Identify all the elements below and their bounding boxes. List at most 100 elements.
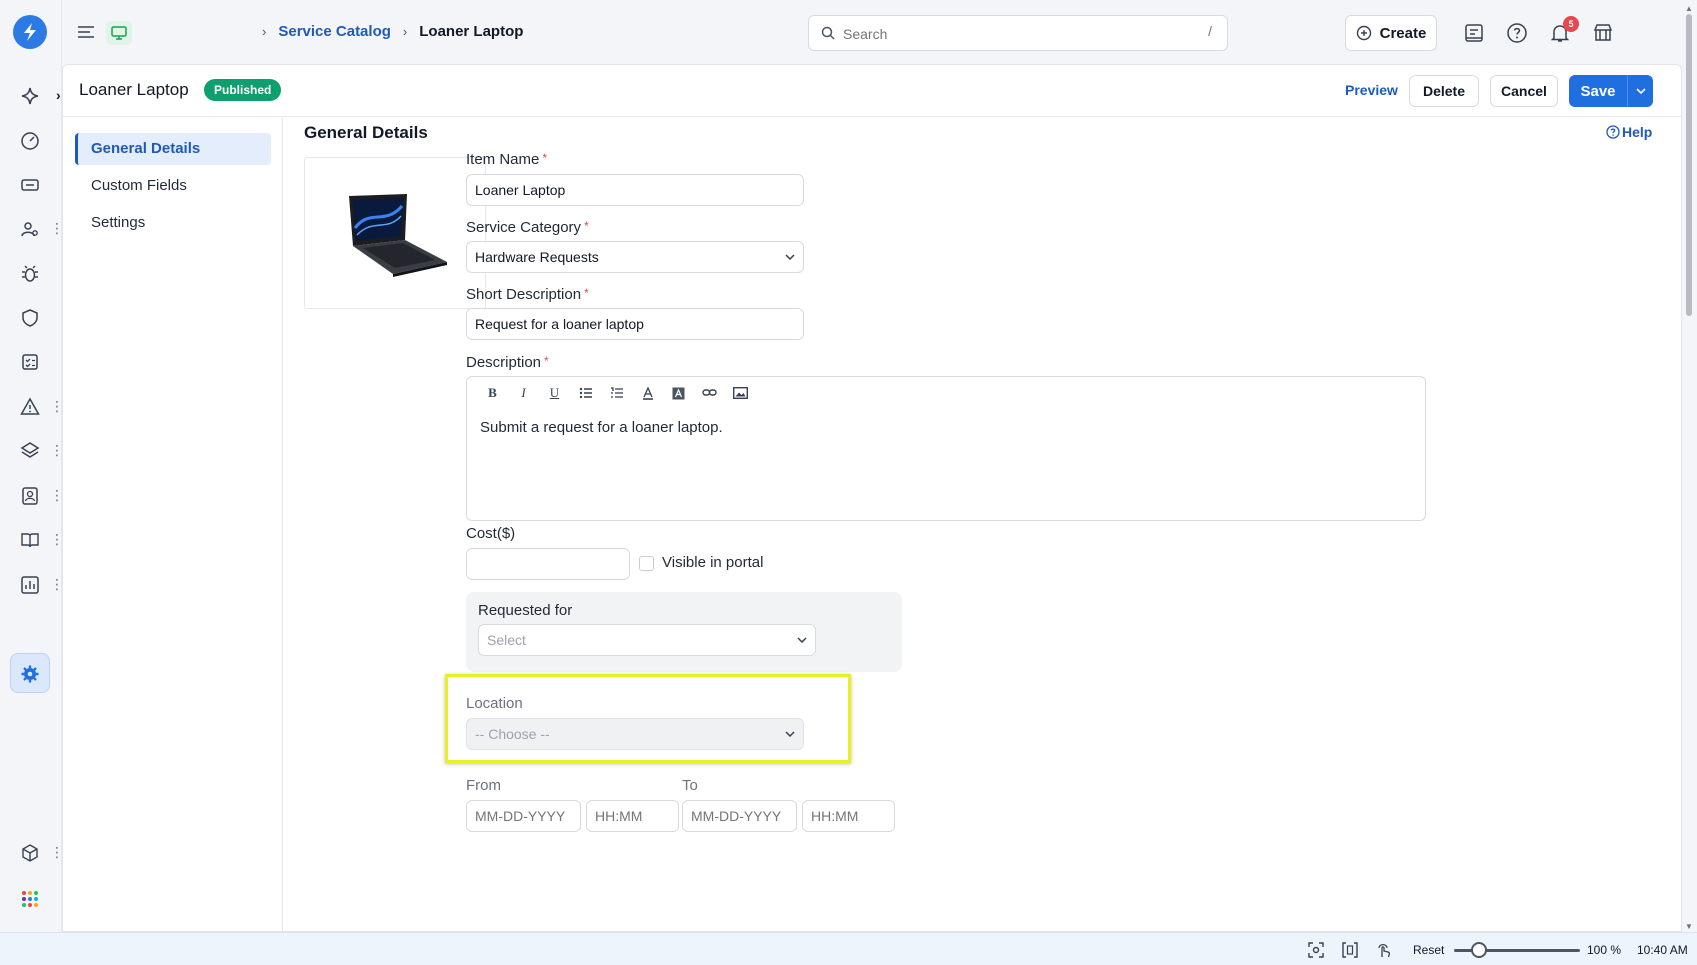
search-shortcut: / — [1208, 23, 1212, 39]
short-description-input[interactable] — [466, 308, 804, 340]
search-icon — [821, 26, 835, 40]
chevron-down-icon[interactable] — [1627, 75, 1653, 107]
chevron-down-icon — [797, 637, 807, 643]
zoom-slider-thumb[interactable] — [1471, 942, 1488, 958]
layers-more-icon[interactable]: ⋮ — [50, 442, 64, 458]
underline-button[interactable]: U — [539, 383, 570, 403]
gear-icon[interactable] — [17, 661, 43, 687]
sparkle-icon[interactable] — [17, 83, 43, 109]
create-button[interactable]: Create — [1345, 15, 1437, 51]
bullet-list-icon[interactable] — [570, 383, 601, 403]
scrollbar-thumb[interactable] — [1686, 14, 1692, 316]
cube-more-icon[interactable]: ⋮ — [50, 844, 64, 860]
description-label-text: Description — [466, 354, 542, 371]
fit-screen-icon[interactable] — [1341, 941, 1359, 959]
warning-icon[interactable] — [17, 394, 43, 420]
chevron-down-icon — [785, 731, 795, 737]
description-editor[interactable]: B I U Submit a request for a loaner lapt… — [466, 376, 1426, 521]
save-button[interactable]: Save — [1569, 75, 1653, 107]
ticket-icon[interactable] — [17, 172, 43, 198]
warning-more-icon[interactable]: ⋮ — [50, 398, 64, 414]
section-title: General Details — [304, 123, 428, 142]
help-link[interactable]: Help — [1606, 124, 1652, 140]
status-bar: Reset 100 % 10:40 AM — [0, 932, 1697, 965]
contacts-icon[interactable] — [17, 483, 43, 509]
background-color-icon[interactable] — [663, 383, 694, 403]
reports-icon[interactable] — [17, 572, 43, 598]
bug-icon[interactable] — [17, 261, 43, 287]
notification-count-badge: 5 — [1563, 16, 1579, 32]
required-marker: * — [542, 151, 548, 165]
link-icon[interactable] — [694, 383, 725, 403]
chevron-right-icon: › — [402, 24, 408, 39]
zoom-reset-button[interactable]: Reset — [1413, 943, 1444, 957]
dashboard-gauge-icon[interactable] — [17, 128, 43, 154]
touch-icon[interactable] — [1375, 941, 1393, 959]
to-time-input[interactable] — [802, 800, 895, 832]
marketplace-icon[interactable] — [1591, 21, 1615, 45]
to-label: To — [682, 777, 698, 794]
nav-item-settings[interactable]: Settings — [75, 207, 271, 239]
reports-more-icon[interactable]: ⋮ — [50, 576, 64, 592]
people-more-icon[interactable]: ⋮ — [50, 220, 64, 236]
search-box[interactable]: / — [808, 15, 1228, 51]
apps-grid-icon[interactable] — [17, 886, 43, 912]
editor-toolbar: B I U — [477, 383, 756, 403]
preview-link[interactable]: Preview — [1345, 82, 1398, 98]
book-icon[interactable] — [17, 527, 43, 553]
breadcrumb-service-catalog[interactable]: Service Catalog — [278, 23, 391, 40]
scroll-up-icon[interactable]: ▲ — [1684, 4, 1694, 13]
item-name-label-text: Item Name — [466, 151, 540, 168]
item-name-input[interactable] — [466, 174, 804, 206]
save-label: Save — [1580, 82, 1616, 100]
layers-icon[interactable] — [17, 438, 43, 464]
to-date-input[interactable] — [682, 800, 797, 832]
scroll-down-icon[interactable]: ▼ — [1684, 922, 1694, 931]
item-name-label: Item Name * — [466, 151, 547, 168]
numbered-list-icon[interactable] — [601, 383, 632, 403]
shield-icon[interactable] — [17, 305, 43, 331]
required-marker: * — [544, 354, 549, 368]
nav-item-general-details[interactable]: General Details — [75, 133, 271, 165]
service-desk-icon[interactable] — [1462, 21, 1486, 45]
book-more-icon[interactable]: ⋮ — [50, 531, 64, 547]
nav-item-custom-fields[interactable]: Custom Fields — [75, 170, 271, 202]
zoom-level: 100 % — [1587, 943, 1622, 957]
from-time-input[interactable] — [586, 800, 679, 832]
people-settings-icon[interactable] — [17, 216, 43, 242]
help-icon — [1606, 125, 1620, 139]
cube-icon[interactable] — [17, 840, 43, 866]
from-date-input[interactable] — [466, 800, 581, 832]
clock-time: 10:40 AM — [1637, 943, 1688, 957]
requested-for-select[interactable]: Select — [478, 624, 816, 656]
visible-in-portal-checkbox[interactable] — [639, 556, 654, 571]
monitor-icon[interactable] — [106, 21, 132, 45]
screenshot-icon[interactable] — [1307, 941, 1325, 959]
main-card: Loaner Laptop Published Preview Delete C… — [62, 64, 1682, 933]
italic-button[interactable]: I — [508, 383, 539, 403]
breadcrumb: › Service Catalog › Loaner Laptop — [262, 23, 523, 40]
checklist-icon[interactable] — [17, 349, 43, 375]
item-image[interactable] — [304, 157, 486, 309]
chevron-right-icon[interactable]: › — [56, 87, 61, 103]
cancel-button[interactable]: Cancel — [1490, 75, 1558, 107]
requested-for-label: Requested for — [478, 602, 573, 619]
bold-button[interactable]: B — [477, 383, 508, 403]
delete-button[interactable]: Delete — [1409, 75, 1479, 107]
status-badge: Published — [204, 79, 282, 101]
search-input[interactable] — [843, 23, 1183, 45]
laptop-image-icon — [349, 194, 447, 277]
contacts-more-icon[interactable]: ⋮ — [50, 487, 64, 503]
help-circle-icon[interactable] — [1505, 21, 1529, 45]
top-bar: › Service Catalog › Loaner Laptop / Crea… — [62, 0, 1697, 64]
from-label: From — [466, 777, 501, 794]
left-rail: ⋮ ⋮ ⋮ ⋮ ⋮ ⋮ ⋮ › — [0, 0, 64, 932]
cost-input[interactable] — [466, 548, 630, 580]
app-logo-icon[interactable] — [13, 15, 47, 49]
hamburger-menu-icon[interactable] — [76, 23, 96, 44]
font-color-icon[interactable] — [632, 383, 663, 403]
service-category-select[interactable]: Hardware Requests — [466, 241, 804, 273]
location-select[interactable]: -- Choose -- — [466, 718, 804, 750]
page-title: Loaner Laptop — [79, 80, 189, 99]
image-icon[interactable] — [725, 383, 756, 403]
